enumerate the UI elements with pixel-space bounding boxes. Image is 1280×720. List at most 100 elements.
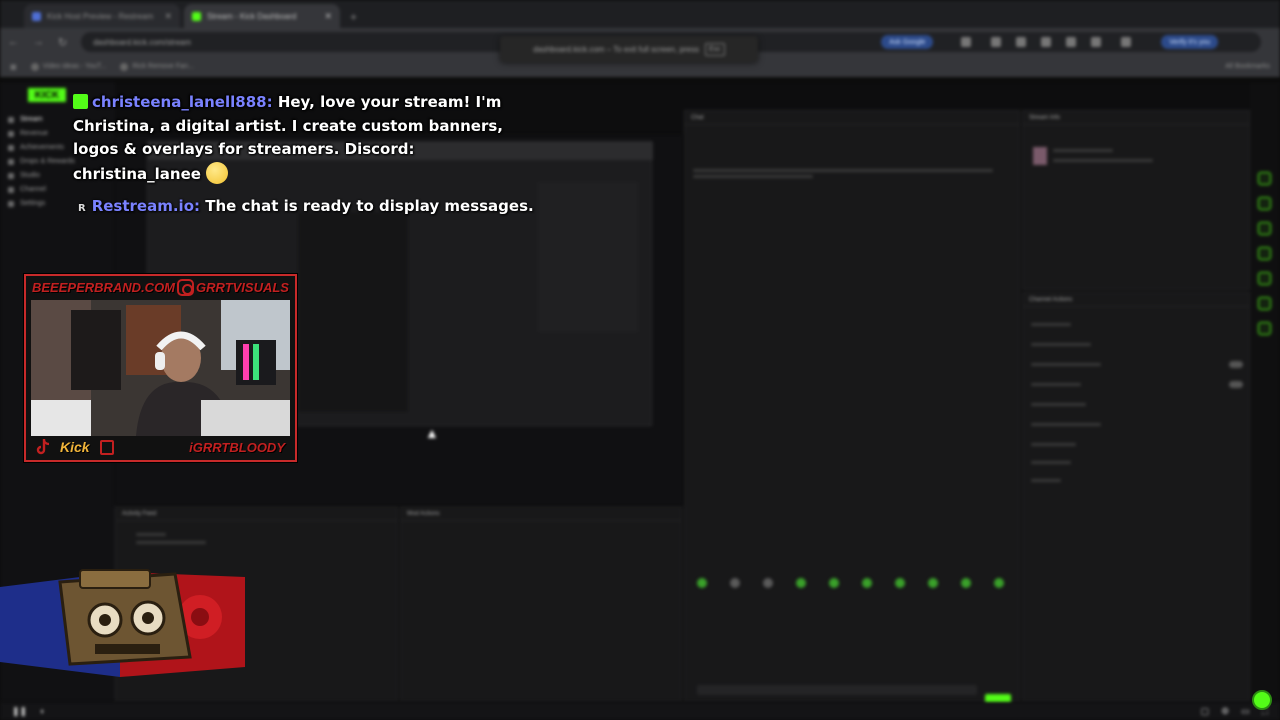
channel-logo xyxy=(0,569,245,677)
settings-icon[interactable]: ⚙ xyxy=(1221,706,1229,717)
mod-actions-header: Mod Actions xyxy=(401,507,681,521)
emote-icon[interactable] xyxy=(829,578,839,588)
restream-favicon-icon xyxy=(32,11,41,21)
stream-info-header: Stream Info xyxy=(1023,111,1249,125)
emote-icon[interactable] xyxy=(730,578,740,588)
channel-actions-header: Channel Actions xyxy=(1023,293,1249,307)
back-icon[interactable]: ← xyxy=(8,36,19,48)
quick-emote-bar xyxy=(697,578,1004,588)
webcam-bottom-banner: Kick iGRRTBLOODY xyxy=(26,434,295,460)
tab-title: Stream - Kick Dashboard xyxy=(207,11,297,21)
emote-icon[interactable] xyxy=(961,578,971,588)
quick-action-button[interactable] xyxy=(1258,322,1271,335)
quick-actions-bar xyxy=(1250,82,1280,702)
webcam-scene xyxy=(31,300,290,436)
emote-icon[interactable] xyxy=(796,578,806,588)
webcam-video xyxy=(31,300,290,436)
emote-icon[interactable] xyxy=(895,578,905,588)
nav-icon xyxy=(8,186,14,193)
instagram-handle: GRRTVISUALS xyxy=(196,279,289,295)
bottom-player-bar: ❚❚ ◖ ▢ ⚙ ▭ ⛶ xyxy=(0,702,1280,720)
extension-icon[interactable] xyxy=(991,37,1002,47)
chat-text-line: logos & overlays for streamers. Discord: xyxy=(73,140,415,158)
action-line xyxy=(1031,323,1071,326)
pause-icon[interactable]: ❚❚ xyxy=(12,706,27,717)
ask-google-chip[interactable]: Ask Google xyxy=(881,35,934,49)
quick-action-button[interactable] xyxy=(1258,197,1271,210)
sidebar-item-channel[interactable]: Channel xyxy=(8,186,104,193)
extension-icon[interactable] xyxy=(1091,37,1102,47)
kick-logo[interactable]: KICK xyxy=(28,88,66,102)
extension-icon[interactable] xyxy=(1041,37,1052,47)
url-text: dashboard.kick.com/stream xyxy=(93,37,192,47)
apps-icon[interactable]: ▦ xyxy=(10,63,17,71)
stream-tags-line xyxy=(1053,159,1153,162)
action-line xyxy=(1031,363,1101,366)
tab-kick-dashboard[interactable]: Stream - Kick Dashboard ✕ xyxy=(184,4,340,28)
nav-icon xyxy=(8,116,14,123)
toggle-switch[interactable] xyxy=(1229,361,1243,368)
bookmark-item[interactable]: Video ideas - YouT... xyxy=(30,62,106,71)
kick-label: Kick xyxy=(60,439,90,455)
toggle-switch[interactable] xyxy=(1229,381,1243,388)
emote-icon[interactable] xyxy=(928,578,938,588)
profile-chip[interactable]: Verify it's you xyxy=(1161,35,1219,49)
tiktok-icon xyxy=(36,439,50,455)
reload-icon[interactable]: ↻ xyxy=(58,36,67,49)
quick-action-button[interactable] xyxy=(1258,222,1271,235)
close-tab-icon[interactable]: ✕ xyxy=(324,11,332,22)
mouse-cursor-icon: ▲ xyxy=(425,425,439,441)
chat-username: Restream.io: xyxy=(91,197,200,215)
chat-text-line: Christina, a digital artist. I create cu… xyxy=(73,116,503,135)
quick-action-button[interactable] xyxy=(1258,297,1271,310)
fullscreen-notice-text: dashboard.kick.com – To exit full screen… xyxy=(533,44,700,54)
chat-input[interactable] xyxy=(697,685,977,695)
chat-text: The chat is ready to display messages. xyxy=(205,197,534,215)
bookmark-item[interactable]: Rick Remove Fan... xyxy=(120,62,194,71)
fullscreen-notice: dashboard.kick.com – To exit full screen… xyxy=(500,36,758,62)
action-line xyxy=(1031,423,1101,426)
stream-info-panel: Stream Info xyxy=(1022,110,1250,290)
nav-icon xyxy=(8,144,14,151)
tab-restream[interactable]: Kick Host Preview - Restream ✕ xyxy=(24,4,180,28)
bookmark-favicon-icon xyxy=(30,62,39,71)
activity-line xyxy=(136,541,206,544)
quick-action-button[interactable] xyxy=(1258,272,1271,285)
quick-action-button[interactable] xyxy=(1258,247,1271,260)
nav-icon xyxy=(8,130,14,137)
smile-emoji-icon xyxy=(206,161,229,184)
tab-strip: Kick Host Preview - Restream ✕ Stream - … xyxy=(0,0,1280,28)
kick-status-icon[interactable] xyxy=(1252,690,1272,710)
chat-panel-header: Chat xyxy=(685,111,1019,125)
stream-thumbnail xyxy=(1033,147,1047,165)
chat-username: christeena_lanell888: xyxy=(92,93,273,111)
emote-icon[interactable] xyxy=(763,578,773,588)
nav-icon xyxy=(8,172,14,179)
volume-icon[interactable]: ◖ xyxy=(39,706,44,716)
theater-icon[interactable]: ▭ xyxy=(1241,706,1250,717)
close-tab-icon[interactable]: ✕ xyxy=(164,11,172,22)
streamer-handle: iGRRTBLOODY xyxy=(189,439,285,455)
action-line xyxy=(1031,443,1076,446)
tab-title: Kick Host Preview - Restream xyxy=(47,11,154,21)
emote-icon[interactable] xyxy=(697,578,707,588)
forward-icon[interactable]: → xyxy=(33,36,44,48)
new-tab-icon[interactable]: + xyxy=(344,10,363,28)
esc-key: Esc xyxy=(705,42,725,56)
extension-icon[interactable] xyxy=(1016,37,1027,47)
star-icon[interactable] xyxy=(961,37,972,47)
sponsor-text: BEEEPERBRAND.COM xyxy=(32,279,176,295)
emote-icon[interactable] xyxy=(862,578,872,588)
nav-icon xyxy=(8,200,14,207)
action-line xyxy=(1031,403,1086,406)
clip-icon[interactable]: ▢ xyxy=(1201,706,1210,717)
all-bookmarks[interactable]: All Bookmarks xyxy=(1225,63,1270,70)
activity-line xyxy=(136,533,166,536)
extension-icon[interactable] xyxy=(1121,37,1132,47)
extension-icon[interactable] xyxy=(1066,37,1077,47)
emote-icon[interactable] xyxy=(994,578,1004,588)
chat-overlay-message: christeena_lanell888: Hey, love your str… xyxy=(73,91,513,186)
quick-action-button[interactable] xyxy=(1258,172,1271,185)
mod-actions-panel: Mod Actions xyxy=(400,506,682,702)
action-line xyxy=(1031,479,1061,482)
